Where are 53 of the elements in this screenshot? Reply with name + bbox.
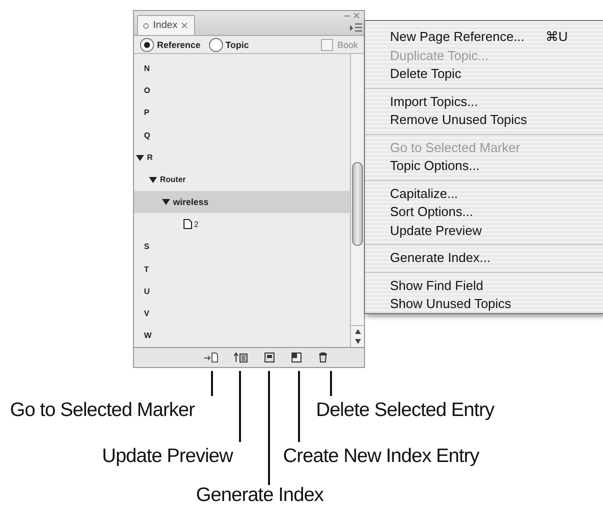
leader-line (330, 371, 332, 396)
update-preview-icon[interactable] (234, 352, 248, 364)
radio-button[interactable]: Topic (208, 38, 249, 52)
callout-label: Generate Index (196, 484, 324, 507)
tree-row[interactable]: Q (134, 124, 350, 146)
close-icon[interactable] (181, 22, 188, 30)
tree-row[interactable]: N (134, 57, 350, 80)
menu-item[interactable]: Capitalize... (365, 184, 603, 203)
radio-button[interactable]: Reference (140, 38, 201, 52)
menu-item[interactable]: Show Find Field (365, 276, 603, 295)
tree-row[interactable]: wireless (134, 191, 350, 214)
panel-tab[interactable]: Index (137, 15, 196, 36)
menu-item[interactable]: Show Unused Topics (365, 295, 603, 314)
menu-item[interactable]: Topic Options... (365, 157, 603, 176)
page-icon (183, 219, 192, 230)
menu-item[interactable]: Import Topics... (365, 92, 603, 111)
leader-line (298, 371, 300, 442)
new-entry-icon[interactable] (291, 352, 302, 364)
tree-row[interactable]: W (134, 324, 350, 348)
tree-row[interactable]: S (134, 236, 350, 258)
trash-icon[interactable] (318, 352, 328, 364)
menu-item[interactable]: New Page Reference... ⌘U (365, 28, 603, 46)
tree-row[interactable]: T (134, 258, 350, 280)
menu-item[interactable]: Delete Topic (365, 65, 603, 84)
menu-item[interactable]: Generate Index... (365, 249, 603, 268)
scroll-down-icon[interactable] (354, 339, 360, 344)
disclosure-triangle-icon[interactable] (162, 198, 170, 206)
scrollbar[interactable] (350, 54, 364, 348)
minimize-close-icon[interactable] (342, 12, 362, 20)
go-to-marker-icon[interactable] (204, 352, 218, 364)
leader-line (211, 371, 212, 396)
panel-menu-icon[interactable] (350, 23, 362, 32)
tree-row[interactable]: U (134, 280, 350, 303)
scroll-up-icon[interactable] (354, 329, 360, 334)
leader-line (239, 371, 240, 442)
callout-label: Go to Selected Marker (10, 399, 195, 422)
tree-row[interactable]: 2 (134, 213, 350, 236)
generate-index-icon[interactable] (264, 352, 275, 364)
callout-label: Create New Index Entry (283, 445, 480, 468)
grip-icon (143, 22, 149, 29)
tree-row[interactable]: R (134, 146, 350, 169)
disclosure-triangle-icon[interactable] (136, 154, 144, 162)
tree-row[interactable]: P (134, 102, 350, 124)
tree-row[interactable]: O (134, 80, 350, 102)
menu-item[interactable]: Sort Options... (365, 203, 603, 222)
menu-item[interactable]: Remove Unused Topics (365, 111, 603, 130)
scroll-thumb[interactable] (352, 162, 363, 246)
callout-label: Update Preview (102, 445, 233, 468)
disclosure-triangle-icon[interactable] (149, 176, 157, 184)
tree-row[interactable]: Router (134, 168, 350, 192)
callout-label: Delete Selected Entry (316, 399, 494, 422)
menu-item[interactable]: Update Preview (365, 222, 603, 240)
tree-row[interactable]: V (134, 302, 350, 325)
